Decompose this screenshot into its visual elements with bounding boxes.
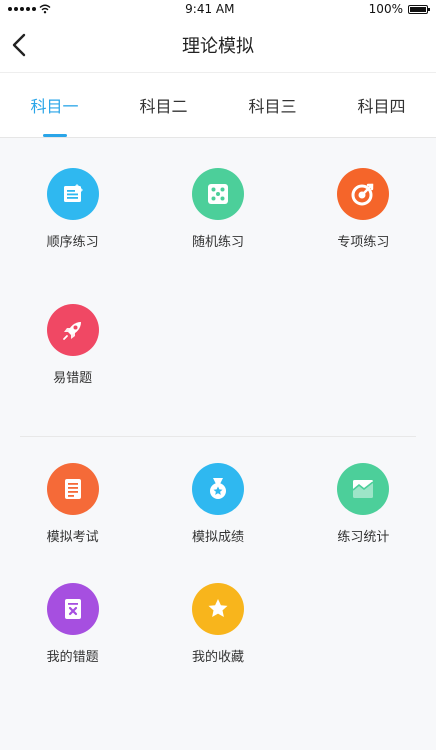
- rocket-icon: [62, 322, 81, 340]
- wifi-icon: [39, 4, 51, 14]
- tab-label: 科目一: [30, 97, 79, 116]
- icon-badge: [191, 583, 244, 635]
- sequential-practice-button[interactable]: 顺序练习: [0, 168, 145, 250]
- mock-score-button[interactable]: 模拟成绩: [145, 463, 290, 545]
- item-label: 随机练习: [191, 235, 244, 250]
- tab-subject-4[interactable]: 科目四: [327, 73, 436, 137]
- status-bar: 9:41 AM 100%: [0, 0, 436, 18]
- tab-active-indicator: [42, 134, 67, 137]
- icon-badge: [46, 304, 99, 356]
- icon-badge: [337, 463, 390, 515]
- my-favorites-button[interactable]: 我的收藏: [145, 583, 290, 665]
- battery-icon: [407, 4, 430, 14]
- special-practice-button[interactable]: 专项练习: [291, 168, 436, 250]
- my-mistakes-button[interactable]: 我的错题: [0, 583, 145, 665]
- tab-label: 科目二: [139, 97, 188, 116]
- icon-badge: [337, 168, 390, 220]
- medal-icon: [209, 478, 226, 499]
- exam-section: 模拟考试 模拟成绩 练习统计 我的错题 我的收藏: [0, 437, 436, 665]
- nav-bar: 理论模拟: [0, 18, 436, 72]
- item-label: 易错题: [53, 371, 93, 386]
- error-prone-button[interactable]: 易错题: [0, 304, 145, 386]
- notepad-icon: [63, 184, 83, 202]
- tab-subject-1[interactable]: 科目一: [0, 73, 109, 137]
- practice-stats-button[interactable]: 练习统计: [291, 463, 436, 545]
- item-label: 专项练习: [337, 235, 390, 250]
- document-icon: [64, 479, 81, 499]
- item-label: 我的收藏: [191, 650, 244, 665]
- item-label: 模拟考试: [46, 530, 99, 545]
- icon-badge: [191, 463, 244, 515]
- item-label: 我的错题: [46, 650, 99, 665]
- tab-subject-3[interactable]: 科目三: [218, 73, 327, 137]
- star-icon: [208, 599, 228, 617]
- page-title: 理论模拟: [182, 36, 254, 57]
- signal-icon: [8, 7, 36, 11]
- item-label: 顺序练习: [46, 235, 99, 250]
- battery-percent: 100%: [368, 2, 403, 16]
- back-chevron-icon[interactable]: [8, 32, 32, 58]
- random-practice-button[interactable]: 随机练习: [145, 168, 290, 250]
- tab-subject-2[interactable]: 科目二: [109, 73, 218, 137]
- practice-section: 顺序练习 随机练习 专项练习 易错题: [0, 138, 436, 386]
- dice-icon: [207, 184, 228, 204]
- icon-badge: [46, 463, 99, 515]
- signal-wifi: [8, 4, 51, 14]
- status-time: 9:41 AM: [185, 2, 235, 16]
- mock-exam-button[interactable]: 模拟考试: [0, 463, 145, 545]
- target-icon: [351, 183, 374, 206]
- item-label: 练习统计: [337, 530, 390, 545]
- icon-badge: [46, 583, 99, 635]
- icon-badge: [191, 168, 244, 220]
- wrong-icon: [64, 599, 81, 619]
- icon-badge: [46, 168, 99, 220]
- item-label: 模拟成绩: [191, 530, 244, 545]
- tab-label: 科目三: [248, 97, 297, 116]
- tab-label: 科目四: [357, 97, 406, 116]
- subject-tabs: 科目一 科目二 科目三 科目四: [0, 72, 436, 138]
- chart-icon: [352, 480, 374, 498]
